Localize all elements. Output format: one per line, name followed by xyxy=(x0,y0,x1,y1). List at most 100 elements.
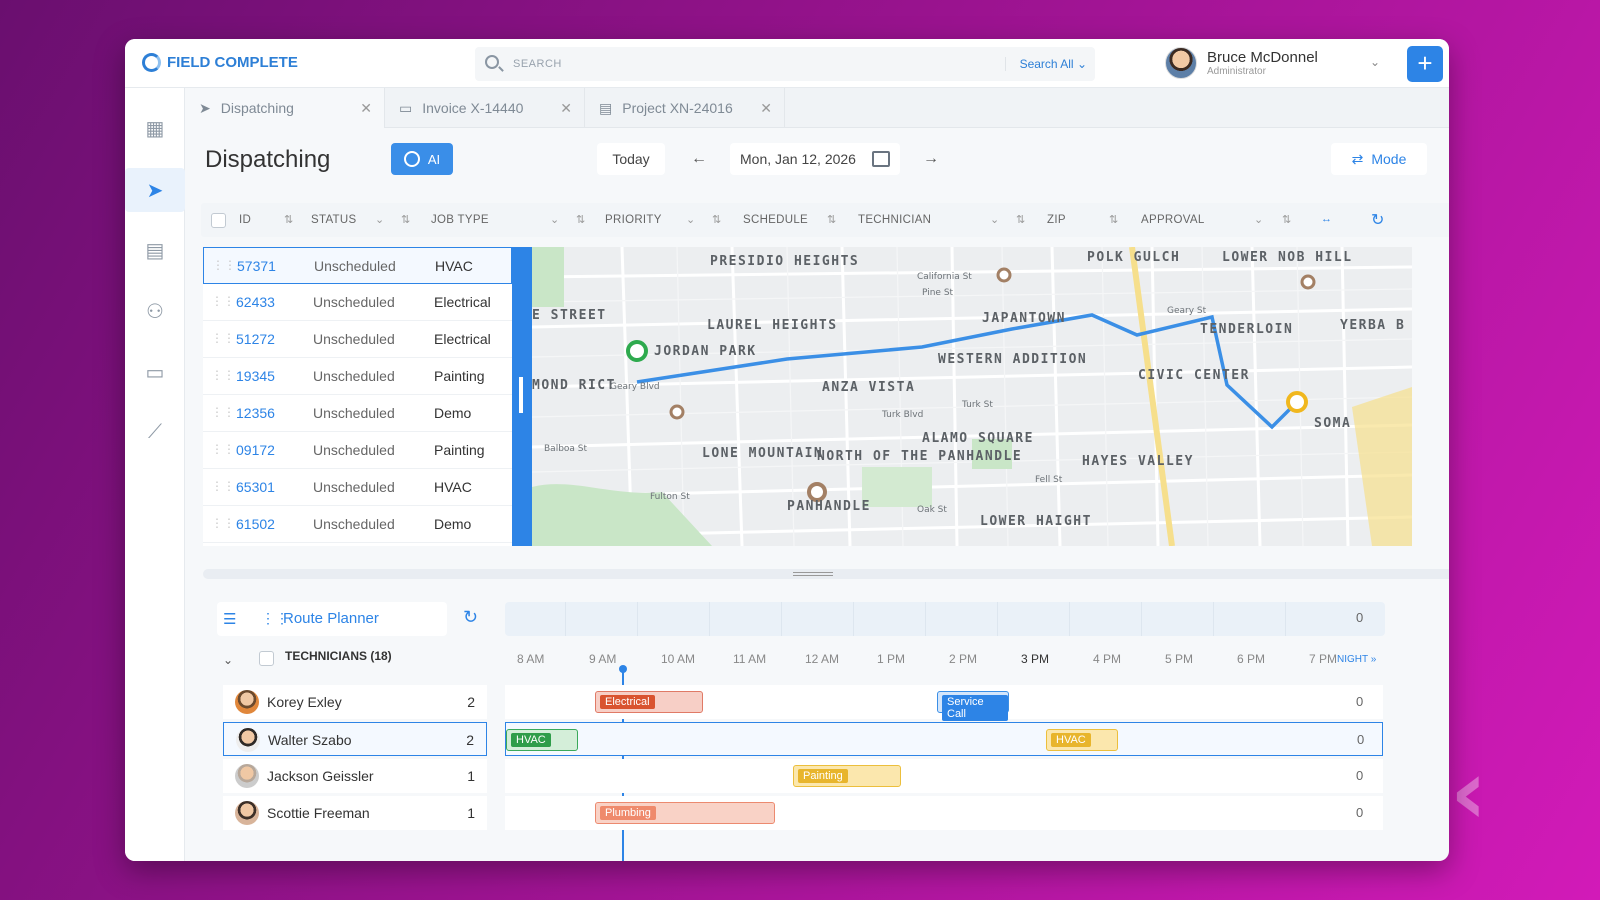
column-approval[interactable]: APPROVAL xyxy=(1141,214,1205,226)
sort-icon[interactable]: ⇅ xyxy=(712,213,721,226)
sort-icon[interactable]: ⇅ xyxy=(1109,213,1118,226)
close-icon[interactable]: ✕ xyxy=(560,100,572,117)
table-row[interactable]: ⋮⋮ 19345 Unscheduled Painting xyxy=(203,358,512,395)
table-row[interactable]: ⋮⋮ 57371 Unscheduled HVAC xyxy=(203,247,512,284)
grid-line xyxy=(709,602,710,636)
arrow-left-icon[interactable]: ← xyxy=(683,143,715,175)
job-id-link[interactable]: 61502 xyxy=(236,516,275,532)
job-type: HVAC xyxy=(434,479,472,495)
chart-trend-icon[interactable]: ⟋ xyxy=(139,416,171,448)
search-bar[interactable]: SEARCH Search All ⌄ xyxy=(475,47,1095,81)
chevron-down-icon[interactable]: ⌄ xyxy=(1254,213,1263,226)
tab-project[interactable]: ▤ Project XN-24016 ✕ xyxy=(585,88,785,128)
route-planner-toggle[interactable]: ☰ ⋮⋮ Route Planner ↻ xyxy=(217,602,478,636)
drag-handle-icon[interactable]: ⋮⋮ xyxy=(211,516,235,530)
mode-button[interactable]: ⇄ Mode xyxy=(1331,143,1427,175)
technician-row[interactable]: Korey Exley 2 xyxy=(223,685,487,719)
column-zip[interactable]: ZIP xyxy=(1047,214,1066,226)
panel-resize-handle[interactable] xyxy=(512,247,532,546)
chevron-down-icon[interactable]: ⌄ xyxy=(375,213,384,226)
schedule-lane[interactable]: HVAC HVAC 0 xyxy=(505,722,1383,756)
dispatch-send-icon[interactable]: ➤ xyxy=(125,168,185,212)
night-toggle[interactable]: NIGHT » xyxy=(1337,654,1376,665)
panel-splitter[interactable] xyxy=(203,569,1449,579)
ai-button[interactable]: AI xyxy=(391,143,453,175)
search-scope-dropdown[interactable]: Search All ⌄ xyxy=(1004,57,1087,71)
job-id-link[interactable]: 65301 xyxy=(236,479,275,495)
drag-handle-icon[interactable]: ⋮⋮ xyxy=(211,368,235,382)
route-map[interactable]: PRESIDIO HEIGHTS POLK GULCH LOWER NOB HI… xyxy=(532,247,1412,546)
sort-icon[interactable]: ⇅ xyxy=(576,213,585,226)
chevron-down-icon[interactable]: ⌄ xyxy=(550,213,559,226)
chevron-down-icon[interactable]: ⌄ xyxy=(1370,55,1380,69)
add-button[interactable]: + xyxy=(1407,46,1443,82)
users-icon[interactable]: ⚇ xyxy=(139,295,171,327)
chevron-down-icon[interactable]: ⌄ xyxy=(686,213,695,226)
column-schedule[interactable]: SCHEDULE xyxy=(743,214,808,226)
document-icon[interactable]: ▤ xyxy=(139,234,171,266)
column-technician[interactable]: TECHNICIAN xyxy=(858,214,931,226)
sort-icon[interactable]: ⇅ xyxy=(284,213,293,226)
column-priority[interactable]: PRIORITY xyxy=(605,214,662,226)
credit-card-icon[interactable]: ▭ xyxy=(139,356,171,388)
table-row[interactable]: ⋮⋮ 62433 Unscheduled Electrical xyxy=(203,284,512,321)
column-id[interactable]: ID xyxy=(239,214,251,226)
job-id-link[interactable]: 12356 xyxy=(236,405,275,421)
column-job-type[interactable]: JOB TYPE xyxy=(431,214,489,226)
tab-dispatching[interactable]: ➤ Dispatching ✕ xyxy=(185,88,385,128)
list-icon[interactable]: ☰ xyxy=(223,610,236,628)
job-id-link[interactable]: 51272 xyxy=(236,331,275,347)
app-logo[interactable]: FIELD COMPLETE xyxy=(142,53,298,72)
drag-handle-icon[interactable]: ⋮⋮ xyxy=(211,331,235,345)
today-button[interactable]: Today xyxy=(597,143,665,175)
column-status[interactable]: STATUS xyxy=(311,214,356,226)
job-id-link[interactable]: 09172 xyxy=(236,442,275,458)
schedule-lane[interactable]: Plumbing 0 xyxy=(505,796,1383,830)
drag-handle-icon[interactable]: ⋮⋮ xyxy=(211,442,235,456)
job-id-link[interactable]: 57371 xyxy=(237,258,276,274)
technician-row[interactable]: Jackson Geissler 1 xyxy=(223,759,487,793)
refresh-icon[interactable]: ↻ xyxy=(463,607,478,628)
job-id-link[interactable]: 62433 xyxy=(236,294,275,310)
sort-icon[interactable]: ⇅ xyxy=(401,213,410,226)
sort-icon[interactable]: ⇅ xyxy=(827,213,836,226)
scheduled-job[interactable]: Plumbing xyxy=(595,802,775,824)
expand-columns-icon[interactable]: ↔ xyxy=(1321,213,1332,225)
close-icon[interactable]: ✕ xyxy=(760,100,772,117)
scheduled-job[interactable]: Painting xyxy=(793,765,901,787)
table-row[interactable]: ⋮⋮ 65301 Unscheduled HVAC xyxy=(203,469,512,506)
refresh-icon[interactable]: ↻ xyxy=(1371,210,1384,230)
chevron-down-icon[interactable]: ⌄ xyxy=(990,213,999,226)
calendar-icon[interactable] xyxy=(872,151,890,167)
drag-handle-icon[interactable]: ⋮⋮ xyxy=(211,479,235,493)
close-icon[interactable]: ✕ xyxy=(360,100,372,117)
date-picker[interactable]: Mon, Jan 12, 2026 xyxy=(730,143,900,175)
drag-handle-icon[interactable]: ⋮⋮ xyxy=(212,258,236,272)
dashboard-grid-icon[interactable]: ▦ xyxy=(139,112,171,144)
tab-label: Dispatching xyxy=(220,100,294,116)
technician-row[interactable]: Scottie Freeman 1 xyxy=(223,796,487,830)
table-row[interactable]: ⋮⋮ 61502 Unscheduled Demo xyxy=(203,506,512,543)
scheduled-job[interactable]: HVAC xyxy=(506,729,578,751)
technicians-checkbox[interactable] xyxy=(259,651,274,666)
map-canvas[interactable]: PRESIDIO HEIGHTS POLK GULCH LOWER NOB HI… xyxy=(532,247,1412,546)
table-row[interactable]: ⋮⋮ 51272 Unscheduled Electrical xyxy=(203,321,512,358)
job-id-link[interactable]: 19345 xyxy=(236,368,275,384)
technician-row[interactable]: Walter Szabo 2 xyxy=(223,722,487,756)
drag-handle-icon[interactable]: ⋮⋮ xyxy=(211,294,235,308)
sort-icon[interactable]: ⇅ xyxy=(1016,213,1025,226)
schedule-lane[interactable]: Electrical Service Call 0 xyxy=(505,685,1383,721)
scheduled-job[interactable]: HVAC xyxy=(1046,729,1118,751)
scheduled-job[interactable]: Service Call xyxy=(937,691,1009,721)
user-menu[interactable]: Bruce McDonnel Administrator ⌄ xyxy=(1165,47,1380,79)
search-input[interactable]: SEARCH xyxy=(513,58,562,70)
table-row[interactable]: ⋮⋮ 12356 Unscheduled Demo xyxy=(203,395,512,432)
arrow-right-icon[interactable]: → xyxy=(915,143,947,175)
tab-invoice[interactable]: ▭ Invoice X-14440 ✕ xyxy=(385,88,585,128)
table-row[interactable]: ⋮⋮ 09172 Unscheduled Painting xyxy=(203,432,512,469)
schedule-lane[interactable]: Painting 0 xyxy=(505,759,1383,793)
sort-icon[interactable]: ⇅ xyxy=(1282,213,1291,226)
select-all-checkbox[interactable] xyxy=(211,213,226,228)
drag-handle-icon[interactable]: ⋮⋮ xyxy=(211,405,235,419)
scheduled-job[interactable]: Electrical xyxy=(595,691,703,713)
